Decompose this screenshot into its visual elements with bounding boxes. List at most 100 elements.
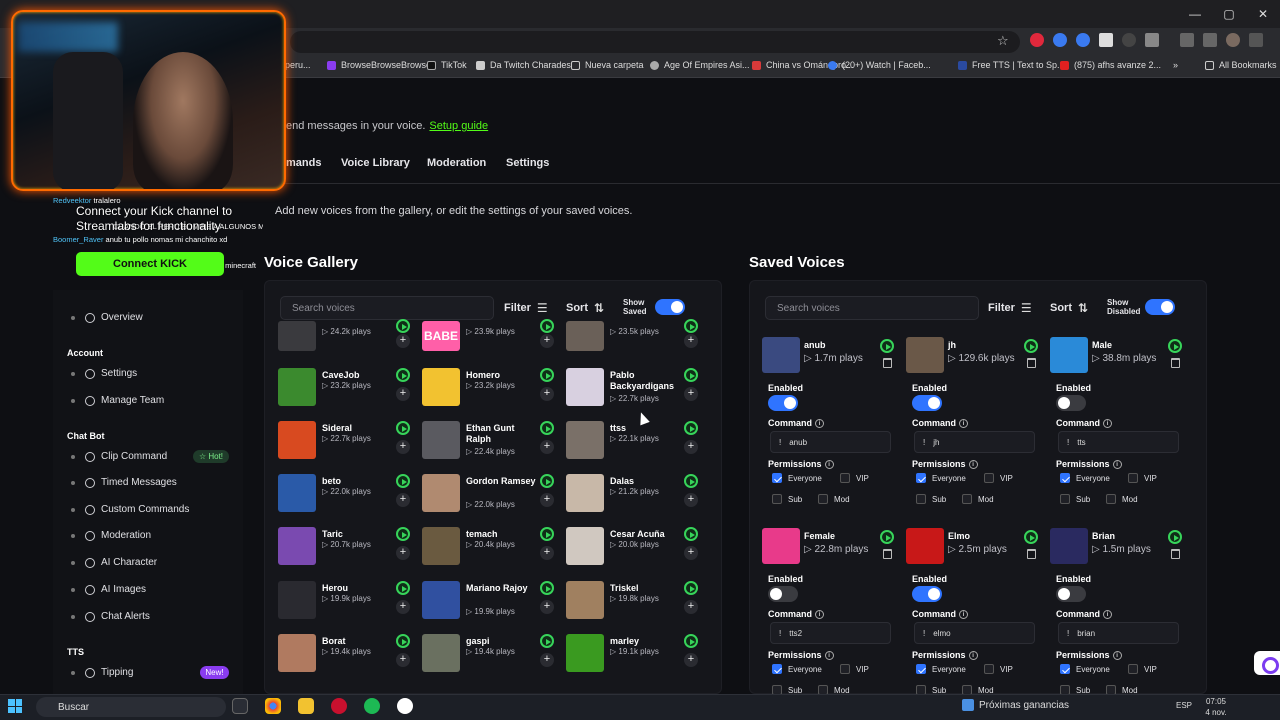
checkbox[interactable] bbox=[1106, 494, 1116, 504]
bookmark-item[interactable]: (875) afhs avanze 2... bbox=[1060, 60, 1161, 70]
tab-moderation[interactable]: Moderation bbox=[427, 157, 486, 169]
sidebar-item-settings[interactable]: Settings bbox=[71, 368, 137, 379]
gallery-voice-card[interactable]: ttss ▷ 22.1k plays + bbox=[566, 421, 701, 467]
permission-everyone[interactable]: Everyone bbox=[916, 473, 966, 483]
checkbox[interactable] bbox=[772, 473, 782, 483]
command-input[interactable]: ! tts bbox=[1058, 431, 1179, 453]
gallery-voice-card[interactable]: Homero ▷ 23.2k plays + bbox=[422, 368, 557, 414]
info-icon[interactable]: i bbox=[815, 610, 825, 620]
show-disabled-toggle[interactable] bbox=[1145, 299, 1175, 315]
permission-mod[interactable]: Mod bbox=[818, 494, 850, 504]
bookmark-star-icon[interactable]: ☆ bbox=[997, 33, 1009, 49]
permission-vip[interactable]: VIP bbox=[1128, 473, 1157, 483]
checkbox[interactable] bbox=[916, 664, 926, 674]
add-voice-button[interactable]: + bbox=[684, 493, 698, 507]
play-icon[interactable] bbox=[1168, 339, 1182, 353]
sidebar-item-custom-commands[interactable]: Custom Commands bbox=[71, 504, 189, 515]
menu-icon[interactable] bbox=[1249, 33, 1263, 47]
gallery-voice-card[interactable]: ▷ 23.5k plays + bbox=[566, 319, 701, 373]
add-voice-button[interactable]: + bbox=[540, 334, 554, 348]
play-icon[interactable] bbox=[1024, 339, 1038, 353]
info-icon[interactable]: i bbox=[1103, 610, 1113, 620]
sidebar-item-clip-command[interactable]: Clip Command bbox=[71, 451, 167, 462]
permission-sub[interactable]: Sub bbox=[916, 494, 946, 504]
checkbox[interactable] bbox=[772, 664, 782, 674]
play-icon[interactable] bbox=[540, 474, 554, 488]
enabled-toggle[interactable] bbox=[912, 586, 942, 602]
obs-icon[interactable] bbox=[397, 698, 413, 714]
checkbox[interactable] bbox=[840, 664, 850, 674]
gallery-voice-card[interactable]: Gordon Ramsey ▷ 22.0k plays + bbox=[422, 474, 557, 520]
permission-vip[interactable]: VIP bbox=[984, 664, 1013, 674]
connect-kick-button[interactable]: Connect KICK bbox=[76, 252, 224, 276]
profile-avatar-icon[interactable] bbox=[1226, 33, 1240, 47]
permission-everyone[interactable]: Everyone bbox=[772, 664, 822, 674]
permission-sub[interactable]: Sub bbox=[772, 494, 802, 504]
gallery-voice-card[interactable]: Taric ▷ 20.7k plays + bbox=[278, 527, 413, 573]
permission-everyone[interactable]: Everyone bbox=[1060, 473, 1110, 483]
play-icon[interactable] bbox=[540, 421, 554, 435]
tab-search-icon[interactable] bbox=[1203, 33, 1217, 47]
play-icon[interactable] bbox=[880, 339, 894, 353]
play-icon[interactable] bbox=[540, 368, 554, 382]
extension-icon[interactable] bbox=[1053, 33, 1067, 47]
gallery-voice-card[interactable]: Cesar Acuña ▷ 20.0k plays + bbox=[566, 527, 701, 573]
tab-voice-library[interactable]: Voice Library bbox=[341, 157, 410, 169]
info-icon[interactable]: i bbox=[968, 460, 978, 470]
command-input[interactable]: ! jh bbox=[914, 431, 1035, 453]
checkbox[interactable] bbox=[1060, 664, 1070, 674]
gallery-voice-card[interactable]: temach ▷ 20.4k plays + bbox=[422, 527, 557, 573]
add-voice-button[interactable]: + bbox=[540, 387, 554, 401]
play-icon[interactable] bbox=[396, 421, 410, 435]
checkbox[interactable] bbox=[1128, 664, 1138, 674]
play-icon[interactable] bbox=[540, 581, 554, 595]
floating-widget-icon[interactable] bbox=[1254, 651, 1280, 675]
trash-icon[interactable] bbox=[1027, 358, 1036, 368]
sidebar-item-tipping[interactable]: Tipping bbox=[71, 667, 133, 678]
add-voice-button[interactable]: + bbox=[396, 600, 410, 614]
add-voice-button[interactable]: + bbox=[684, 546, 698, 560]
file-explorer-icon[interactable] bbox=[298, 698, 314, 714]
extension-icon[interactable] bbox=[1030, 33, 1044, 47]
play-icon[interactable] bbox=[396, 581, 410, 595]
url-bar[interactable] bbox=[290, 31, 1020, 53]
gallery-voice-card[interactable]: Ethan Gunt Ralph ▷ 22.4k plays + bbox=[422, 421, 557, 467]
gallery-voice-card[interactable]: Sideral ▷ 22.7k plays + bbox=[278, 421, 413, 467]
enabled-toggle[interactable] bbox=[768, 586, 798, 602]
gallery-voice-card[interactable]: ▷ 24.2k plays + bbox=[278, 319, 413, 373]
app-icon[interactable] bbox=[331, 698, 347, 714]
gallery-voice-card[interactable]: Borat ▷ 19.4k plays + bbox=[278, 634, 413, 680]
enabled-toggle[interactable] bbox=[1056, 586, 1086, 602]
download-icon[interactable] bbox=[1180, 33, 1194, 47]
permission-everyone[interactable]: Everyone bbox=[772, 473, 822, 483]
checkbox[interactable] bbox=[1060, 473, 1070, 483]
spotify-icon[interactable] bbox=[364, 698, 380, 714]
add-voice-button[interactable]: + bbox=[396, 653, 410, 667]
checkbox[interactable] bbox=[962, 494, 972, 504]
bookmark-item[interactable]: Age Of Empires Asi... bbox=[650, 60, 750, 70]
command-input[interactable]: ! tts2 bbox=[770, 622, 891, 644]
permission-vip[interactable]: VIP bbox=[840, 473, 869, 483]
checkbox[interactable] bbox=[916, 473, 926, 483]
play-icon[interactable] bbox=[540, 527, 554, 541]
add-voice-button[interactable]: + bbox=[396, 387, 410, 401]
add-voice-button[interactable]: + bbox=[684, 600, 698, 614]
info-icon[interactable]: i bbox=[959, 419, 969, 429]
sidebar-item-moderation[interactable]: Moderation bbox=[71, 530, 151, 541]
command-input[interactable]: ! brian bbox=[1058, 622, 1179, 644]
add-voice-button[interactable]: + bbox=[684, 653, 698, 667]
extension-icon[interactable] bbox=[1122, 33, 1136, 47]
add-voice-button[interactable]: + bbox=[540, 600, 554, 614]
add-voice-button[interactable]: + bbox=[396, 440, 410, 454]
permission-vip[interactable]: VIP bbox=[1128, 664, 1157, 674]
enabled-toggle[interactable] bbox=[1056, 395, 1086, 411]
extension-icon[interactable] bbox=[1099, 33, 1113, 47]
tab-commands[interactable]: mands bbox=[286, 157, 321, 169]
language-indicator[interactable]: ESP bbox=[1176, 701, 1192, 710]
puzzle-icon[interactable] bbox=[1145, 33, 1159, 47]
play-icon[interactable] bbox=[396, 319, 410, 333]
play-icon[interactable] bbox=[540, 634, 554, 648]
bookmarks-overflow-icon[interactable]: » bbox=[1173, 60, 1178, 70]
sidebar-item-ai-character[interactable]: AI Character bbox=[71, 557, 157, 568]
play-icon[interactable] bbox=[684, 527, 698, 541]
